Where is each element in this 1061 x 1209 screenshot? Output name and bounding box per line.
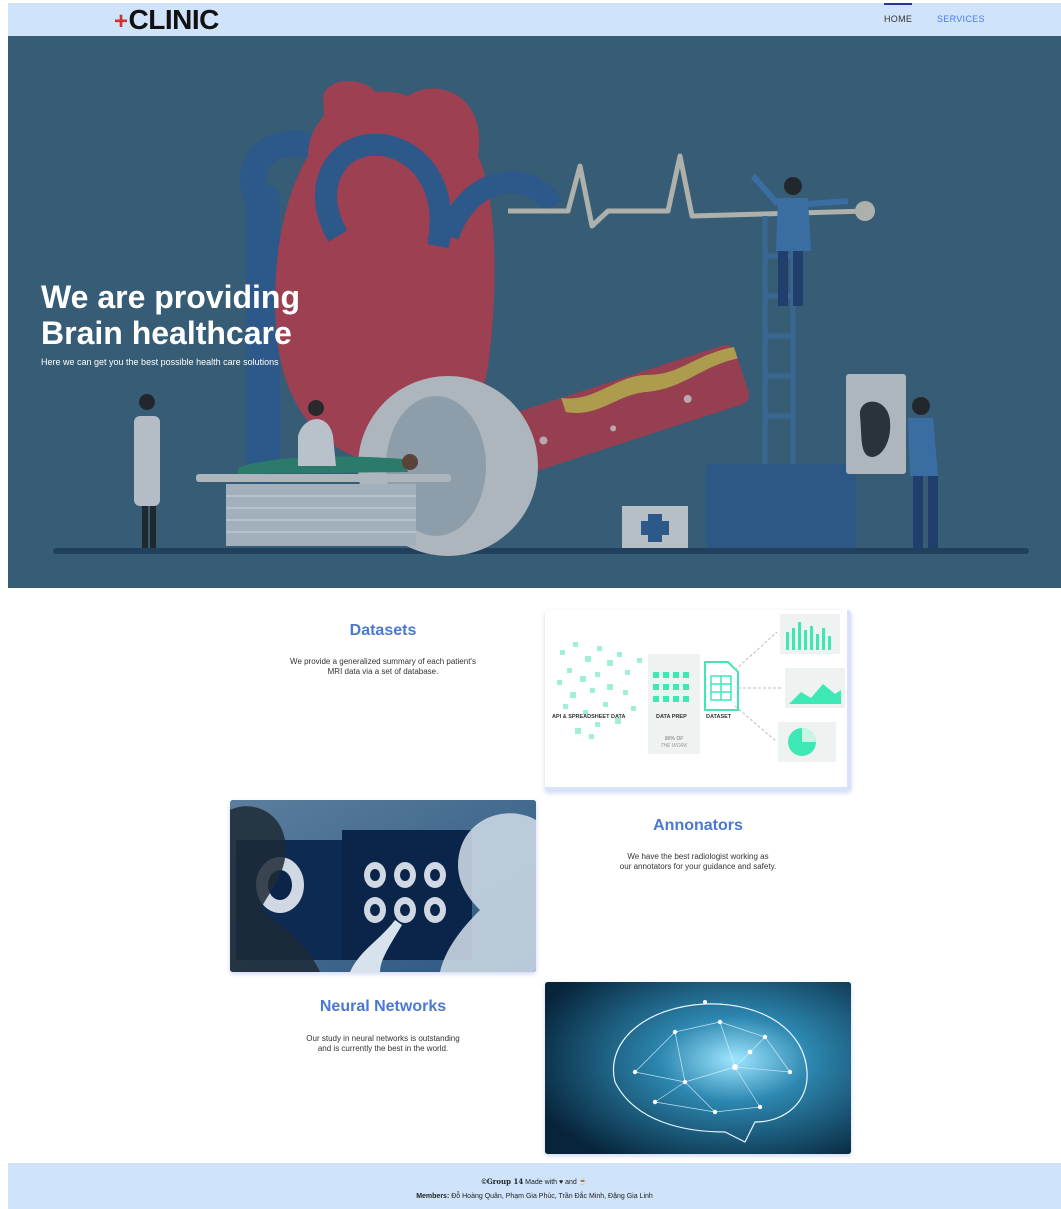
hero-banner: We are providing Brain healthcare Here w… [8,36,1061,588]
annotators-text-line2: our annotators for your guidance and saf… [619,862,777,871]
connector-lines [734,631,783,743]
members-list: Đỗ Hoàng Quân, Phạm Gia Phúc, Trần Đắc M… [451,1193,653,1200]
neural-network-image [545,982,851,1154]
top-navbar: +CLINIC HOME SERVICES [8,3,1061,36]
datasets-title: Datasets [349,622,417,639]
footer-and: and [565,1179,577,1186]
label-note-1: 80% OF [665,736,684,742]
hero-title-line1: We are providing [41,279,301,315]
datasets-diagram: API & SPREADSHEET DATA DATA PREP DATASET… [545,610,851,791]
datasets-text-line1: We provide a generalized summary of each… [290,657,476,666]
hero-title-line2: Brain healthcare [41,315,292,351]
annotators-text: We have the best radiologist working as … [545,852,851,872]
footer-made-with: Made with [525,1179,558,1186]
datasets-text-line2: MRI data via a set of database. [327,667,439,676]
neural-text: Our study in neural networks is outstand… [230,1034,536,1054]
footer-members: Members: Đỗ Hoàng Quân, Phạm Gia Phúc, T… [8,1193,1061,1200]
heart-icon: ♥ [559,1179,564,1186]
footer: ©Group 14 Made with ♥ and ☕ Members: Đỗ … [8,1163,1061,1209]
neural-title: Neural Networks [319,998,447,1015]
logo-plus-icon: + [114,8,128,35]
hero-subtitle: Here we can get you the best possible he… [41,357,279,367]
label-note-2: THE WORK [661,743,689,749]
label-dataset: DATASET [706,714,732,720]
label-prep: DATA PREP [656,714,687,720]
members-label: Members: [416,1193,450,1200]
footer-credit: ©Group 14 Made with ♥ and ☕ [8,1177,1061,1186]
hero-title: We are providing Brain healthcare [41,279,300,351]
datasets-text: We provide a generalized summary of each… [230,657,536,677]
neural-text-line2: and is currently the best in the world. [317,1044,449,1053]
annotators-image [230,800,536,972]
nav-services-link[interactable]: SERVICES [937,3,985,36]
nav-home-link[interactable]: HOME [884,3,913,36]
annotators-title: Annonators [653,817,743,834]
annotators-text-line1: We have the best radiologist working as [627,852,769,861]
api-data-squares [557,642,642,739]
footer-group: Group 14 [486,1177,524,1186]
label-api: API & SPREADSHEET DATA [552,714,625,720]
clinic-logo[interactable]: +CLINIC [114,3,219,36]
logo-text: CLINIC [128,4,220,35]
coffee-icon: ☕ [578,1179,588,1186]
neural-text-line1: Our study in neural networks is outstand… [306,1034,460,1043]
